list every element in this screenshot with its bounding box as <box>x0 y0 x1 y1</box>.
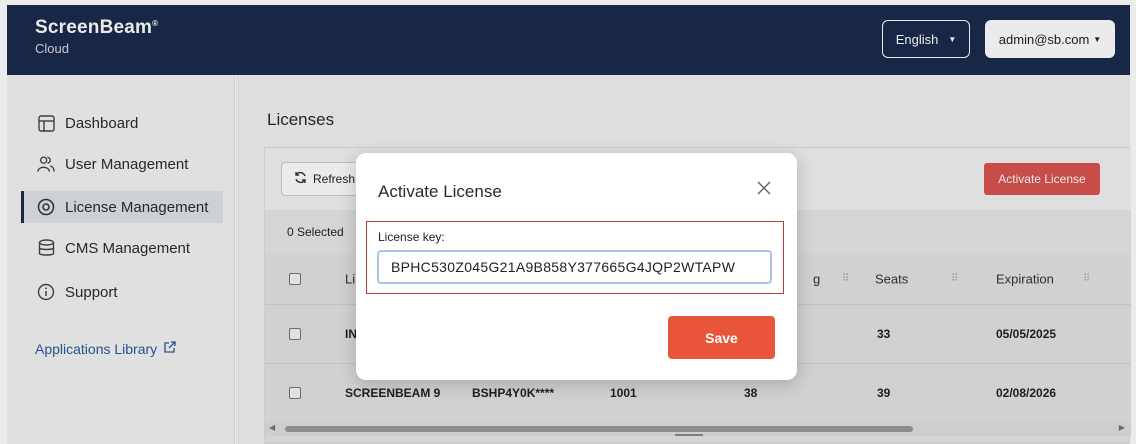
dialog-title: Activate License <box>378 182 502 201</box>
close-icon[interactable] <box>753 177 775 199</box>
license-key-field-group: License key: <box>366 221 784 294</box>
save-button[interactable]: Save <box>668 316 775 359</box>
license-key-input[interactable] <box>377 250 772 284</box>
activate-license-dialog: Activate License License key: Save <box>356 153 797 380</box>
license-key-label: License key: <box>378 230 445 244</box>
